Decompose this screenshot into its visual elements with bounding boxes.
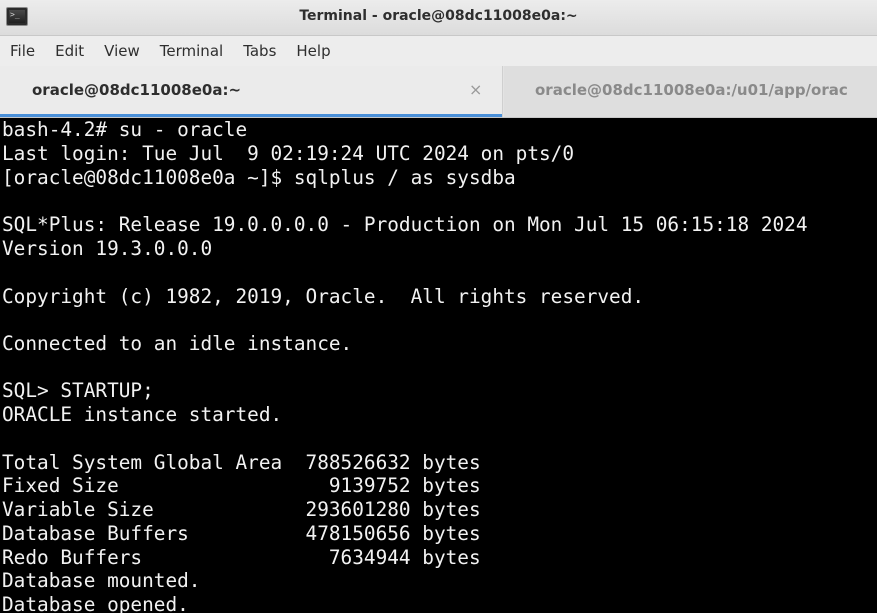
title-bar[interactable]: >_ Terminal - oracle@08dc11008e0a:~ bbox=[0, 0, 877, 36]
terminal-line: Redo Buffers 7634944 bytes bbox=[2, 546, 481, 569]
terminal-line: Connected to an idle instance. bbox=[2, 332, 353, 355]
tab-oracle-app[interactable]: oracle@08dc11008e0a:/u01/app/orac bbox=[504, 66, 877, 117]
menu-terminal[interactable]: Terminal bbox=[160, 42, 223, 60]
terminal-line: Total System Global Area 788526632 bytes bbox=[2, 451, 481, 474]
window-title: Terminal - oracle@08dc11008e0a:~ bbox=[299, 8, 578, 24]
terminal-line: Last login: Tue Jul 9 02:19:24 UTC 2024 … bbox=[2, 142, 575, 165]
menu-bar: File Edit View Terminal Tabs Help bbox=[0, 36, 877, 66]
terminal-line: SQL*Plus: Release 19.0.0.0.0 - Productio… bbox=[2, 213, 808, 236]
tab-home[interactable]: oracle@08dc11008e0a:~ × bbox=[0, 66, 503, 117]
menu-edit[interactable]: Edit bbox=[55, 42, 84, 60]
terminal-line: Database mounted. bbox=[2, 569, 201, 592]
terminal-line: Copyright (c) 1982, 2019, Oracle. All ri… bbox=[2, 285, 645, 308]
terminal-line: ORACLE instance started. bbox=[2, 403, 283, 426]
terminal-line: bash-4.2# su - oracle bbox=[2, 118, 248, 141]
terminal-window: >_ Terminal - oracle@08dc11008e0a:~ File… bbox=[0, 0, 877, 613]
terminal-line: Database Buffers 478150656 bytes bbox=[2, 522, 481, 545]
terminal-line: Database opened. bbox=[2, 593, 189, 613]
terminal-line: Version 19.3.0.0.0 bbox=[2, 237, 213, 260]
terminal-line: SQL> STARTUP; bbox=[2, 379, 154, 402]
menu-file[interactable]: File bbox=[10, 42, 35, 60]
terminal-line: Variable Size 293601280 bytes bbox=[2, 498, 481, 521]
tab-bar: oracle@08dc11008e0a:~ × oracle@08dc11008… bbox=[0, 66, 877, 118]
terminal-line: Fixed Size 9139752 bytes bbox=[2, 474, 481, 497]
terminal-line: [oracle@08dc11008e0a ~]$ sqlplus / as sy… bbox=[2, 166, 516, 189]
terminal-output[interactable]: bash-4.2# su - oracle Last login: Tue Ju… bbox=[0, 118, 877, 613]
menu-help[interactable]: Help bbox=[296, 42, 330, 60]
menu-tabs[interactable]: Tabs bbox=[243, 42, 276, 60]
active-tab-indicator bbox=[0, 114, 502, 117]
tab-oracle-app-label: oracle@08dc11008e0a:/u01/app/orac bbox=[535, 81, 848, 99]
close-icon[interactable]: × bbox=[469, 80, 482, 99]
menu-view[interactable]: View bbox=[104, 42, 140, 60]
tab-home-label: oracle@08dc11008e0a:~ bbox=[32, 81, 242, 99]
